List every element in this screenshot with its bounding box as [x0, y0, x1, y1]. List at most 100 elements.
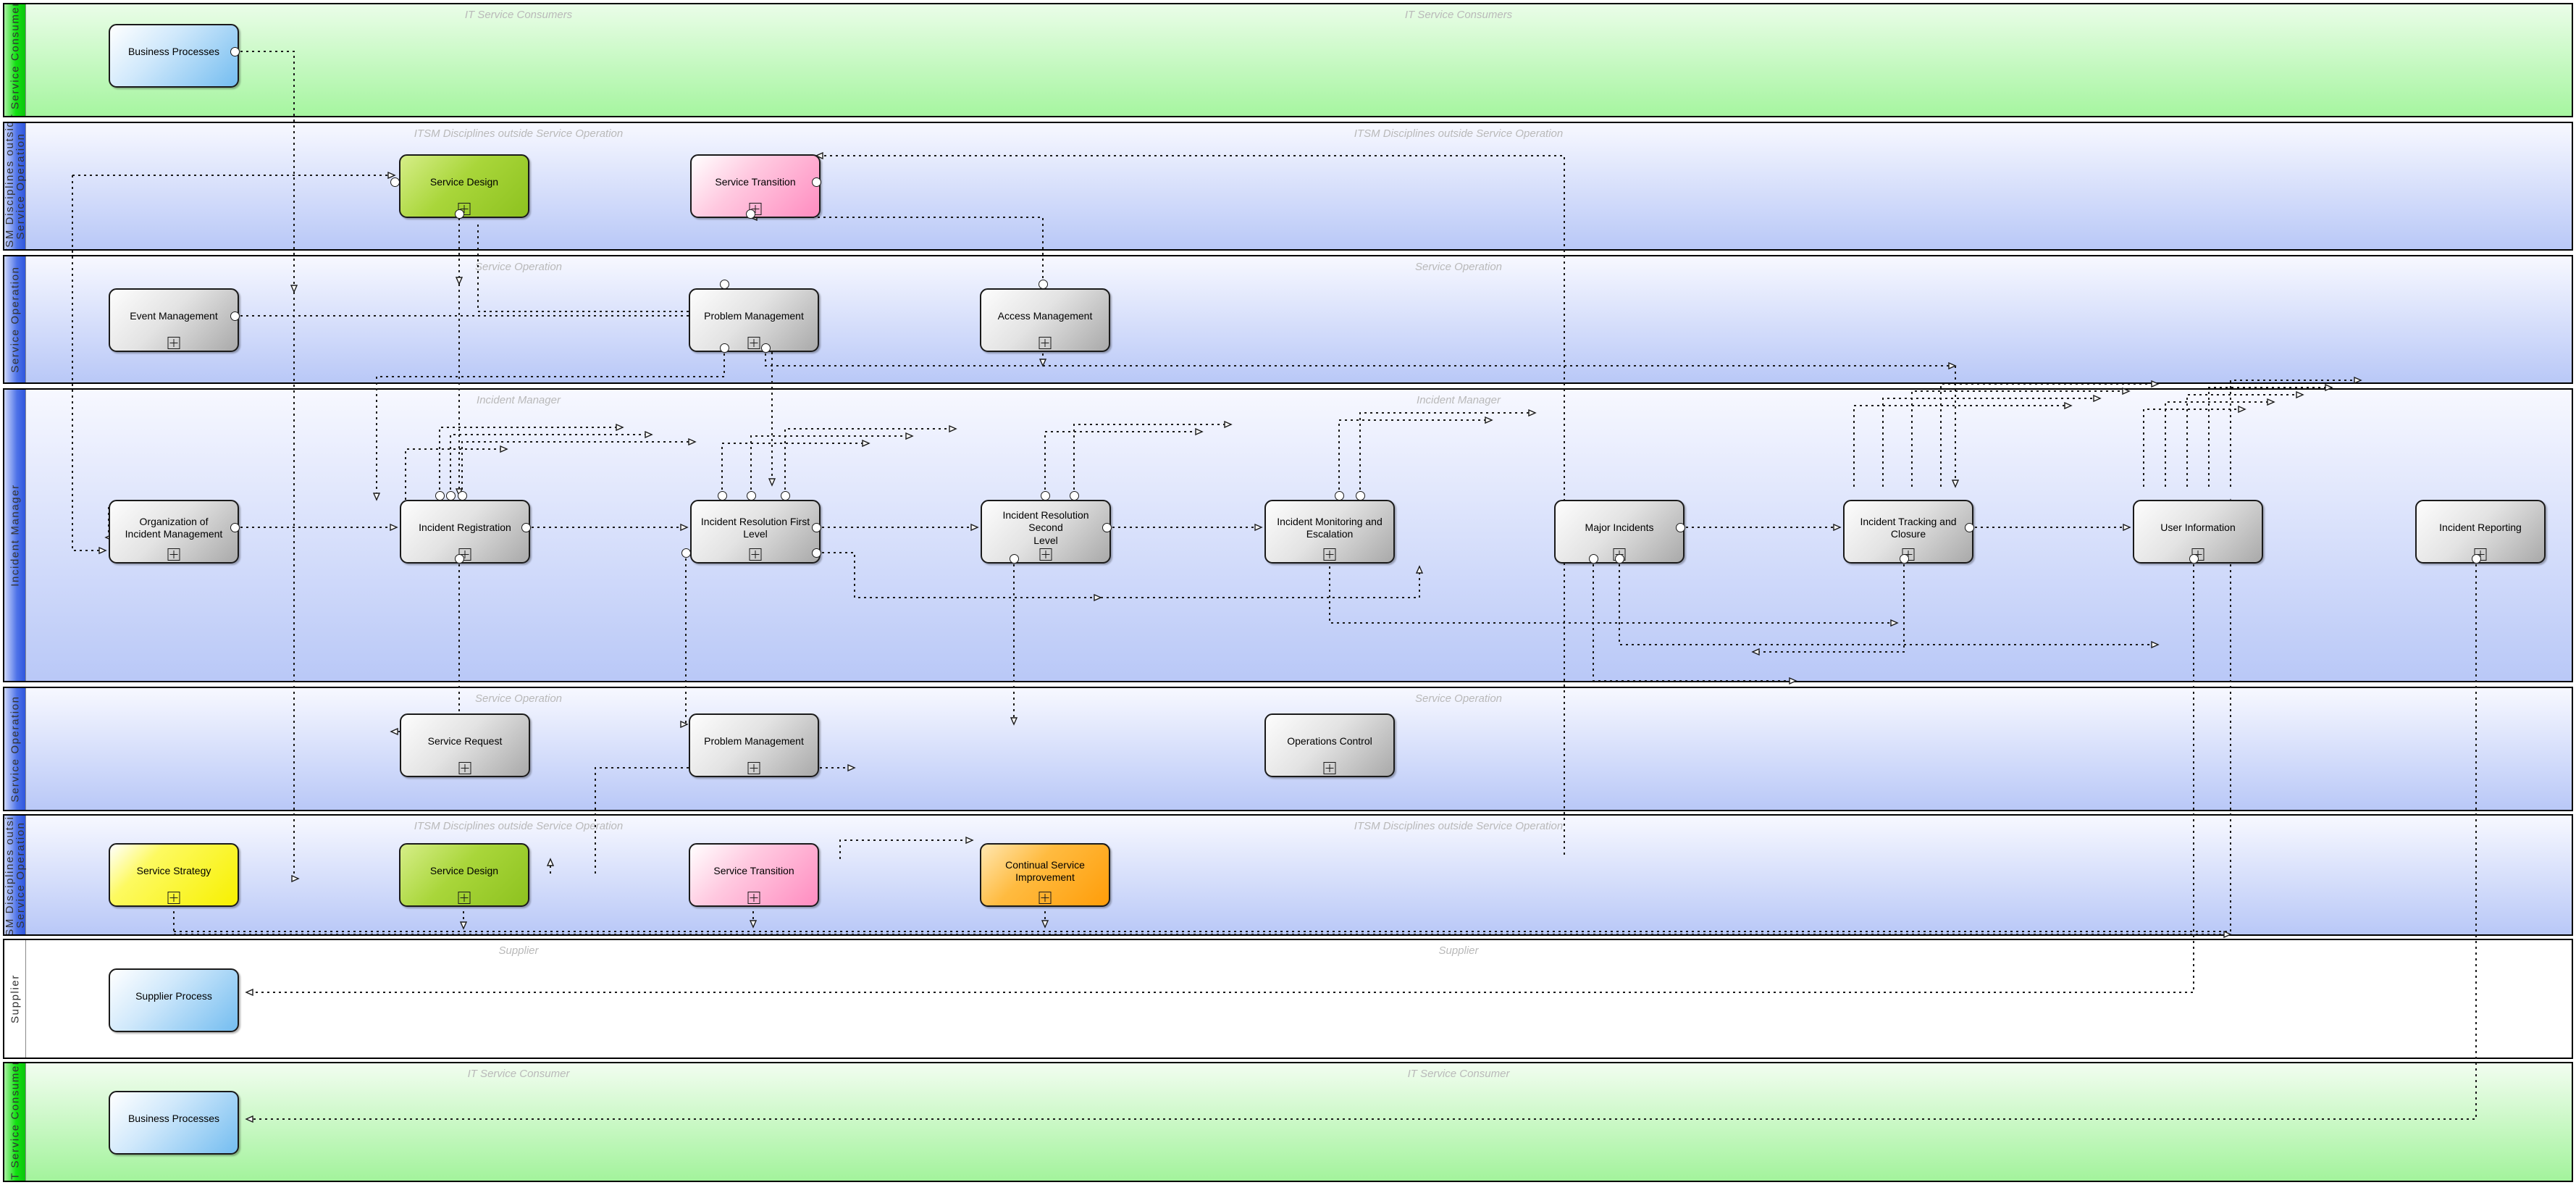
task-incident-reporting[interactable]: Incident Reporting	[2415, 500, 2546, 564]
message-event-pm-top-o1[interactable]	[720, 343, 729, 353]
message-event-em-out[interactable]	[230, 311, 240, 321]
task-service-design-top[interactable]: Service Design	[399, 154, 529, 218]
task-service-transition-bottom[interactable]: Service Transition	[689, 843, 819, 907]
message-event-oim-out[interactable]	[230, 523, 240, 532]
message-event-ui-down[interactable]	[2189, 554, 2199, 564]
subprocess-plus-icon[interactable]	[458, 762, 471, 774]
message-event-pm-top-in[interactable]	[720, 280, 729, 289]
message-event-ir-in2[interactable]	[446, 491, 456, 501]
task-event-management[interactable]: Event Management	[109, 288, 239, 352]
message-event-irfl-t1[interactable]	[718, 491, 727, 501]
subprocess-plus-icon[interactable]	[749, 548, 762, 561]
task-label: Service Transition	[715, 176, 796, 188]
lane-body: Supplier Supplier	[26, 940, 2572, 1058]
task-continual-service-improvement[interactable]: Continual Service Improvement	[980, 843, 1110, 907]
task-problem-management-top[interactable]: Problem Management	[689, 288, 819, 352]
task-label: Incident Registration	[419, 522, 511, 534]
subprocess-plus-icon[interactable]	[167, 892, 180, 904]
lane-header-label: Service Operation	[9, 695, 21, 803]
task-label: Service Design	[429, 865, 499, 877]
lane-watermark-label: ITSM Disciplines outside Service Operati…	[414, 820, 624, 832]
lane-header-service-operation-top: Service Operation	[4, 256, 26, 382]
subprocess-plus-icon[interactable]	[747, 892, 760, 904]
lane-service-operation-top: Service Operation Service Operation Servic…	[3, 255, 2573, 384]
lane-watermark-label: Service Operation	[474, 261, 563, 273]
task-label: Supplier Process	[135, 990, 212, 1002]
lane-watermark-label: ITSM Disciplines outside Service Operati…	[414, 127, 624, 140]
task-label: Event Management	[130, 310, 218, 322]
subprocess-plus-icon[interactable]	[1039, 892, 1052, 904]
task-operations-control[interactable]: Operations Control	[1264, 713, 1395, 777]
lane-header-label: Supplier	[9, 974, 21, 1023]
lane-watermark-label: Service Operation	[474, 692, 563, 705]
task-supplier-process[interactable]: Supplier Process	[109, 968, 239, 1032]
subprocess-plus-icon[interactable]	[167, 337, 180, 349]
task-label: Major Incidents	[1585, 522, 1654, 534]
message-event-pm-top-o2[interactable]	[761, 343, 771, 353]
lane-header-label: IT Service Consumers	[9, 3, 21, 117]
task-incident-registration[interactable]: Incident Registration	[400, 500, 530, 564]
message-event-irfl-out2[interactable]	[812, 548, 821, 558]
task-problem-management-bottom[interactable]: Problem Management	[689, 713, 819, 777]
message-event-irsl-t2[interactable]	[1070, 491, 1079, 501]
task-label: Incident Monitoring and Escalation	[1277, 515, 1383, 540]
message-event-itc-down[interactable]	[1900, 554, 1909, 564]
message-event-am-in[interactable]	[1039, 280, 1048, 289]
message-event-ir-out[interactable]	[521, 523, 531, 532]
message-event-mi-o1[interactable]	[1589, 554, 1598, 564]
message-event-ime-t1[interactable]	[1335, 491, 1344, 501]
task-service-request[interactable]: Service Request	[400, 713, 530, 777]
task-business-processes-bottom[interactable]: Business Processes	[109, 1091, 239, 1155]
message-event-ir-in1[interactable]	[435, 491, 445, 501]
subprocess-plus-icon[interactable]	[1039, 548, 1052, 561]
task-incident-monitoring-and-escalation[interactable]: Incident Monitoring and Escalation	[1264, 500, 1395, 564]
task-access-management[interactable]: Access Management	[980, 288, 1110, 352]
message-event-st-top-in[interactable]	[746, 209, 755, 219]
message-event-ir-in3[interactable]	[458, 491, 467, 501]
message-event-ime-t2[interactable]	[1356, 491, 1365, 501]
message-event-irep-down[interactable]	[2472, 554, 2481, 564]
task-incident-resolution-second-level[interactable]: Incident Resolution Second Level	[981, 500, 1111, 564]
task-label: Incident Reporting	[2439, 522, 2522, 534]
message-event-irsl-down[interactable]	[1010, 554, 1019, 564]
message-event-ir-down[interactable]	[455, 554, 464, 564]
message-event-mi-o2[interactable]	[1615, 554, 1624, 564]
message-event-itc-out[interactable]	[1965, 523, 1974, 532]
task-incident-tracking-and-closure[interactable]: Incident Tracking and Closure	[1843, 500, 1973, 564]
task-business-processes-top[interactable]: Business Processes	[109, 24, 239, 88]
task-label: Incident Resolution Second Level	[1002, 508, 1089, 546]
task-service-transition-top[interactable]: Service Transition	[690, 154, 821, 218]
subprocess-plus-icon[interactable]	[1039, 337, 1052, 349]
subprocess-plus-icon[interactable]	[1323, 762, 1336, 774]
subprocess-plus-icon[interactable]	[167, 548, 180, 561]
lane-watermark-label: Supplier	[498, 945, 539, 957]
message-event-bp-top-out[interactable]	[230, 47, 240, 56]
message-event-irfl-t3[interactable]	[781, 491, 790, 501]
task-service-design-bottom[interactable]: Service Design	[399, 843, 529, 907]
task-label: Service Request	[427, 735, 503, 748]
message-event-mi-out[interactable]	[1676, 523, 1685, 532]
message-event-irsl-t1[interactable]	[1041, 491, 1050, 501]
message-event-irfl-left[interactable]	[681, 548, 691, 558]
task-label: Continual Service Improvement	[1005, 858, 1085, 884]
task-incident-resolution-first-level[interactable]: Incident Resolution First Level	[690, 500, 821, 564]
subprocess-plus-icon[interactable]	[747, 762, 760, 774]
task-service-strategy[interactable]: Service Strategy	[109, 843, 239, 907]
lane-watermark-label: Service Operation	[1414, 692, 1503, 705]
subprocess-plus-icon[interactable]	[458, 892, 471, 904]
lane-watermark-label: Supplier	[1438, 945, 1479, 957]
task-user-information[interactable]: User Information	[2133, 500, 2263, 564]
message-event-irsl-out[interactable]	[1102, 523, 1112, 532]
subprocess-plus-icon[interactable]	[1323, 548, 1336, 561]
lane-body: IT Service Consumers IT Service Consumers	[26, 4, 2572, 116]
task-label: Incident Tracking and Closure	[1860, 515, 1957, 540]
subprocess-plus-icon[interactable]	[747, 337, 760, 349]
message-event-irfl-out[interactable]	[812, 523, 821, 532]
message-event-sd-top-out[interactable]	[455, 209, 464, 219]
lane-body: Service Operation Service Operation	[26, 256, 2572, 382]
lane-itsm-bottom: ITSM Disciplines outside Service Operatio…	[3, 814, 2573, 936]
message-event-st-top-out[interactable]	[812, 177, 821, 187]
task-organization-of-incident-management[interactable]: Organization of Incident Management	[109, 500, 239, 564]
message-event-sd-top-in[interactable]	[390, 177, 400, 187]
message-event-irfl-t2[interactable]	[747, 491, 756, 501]
